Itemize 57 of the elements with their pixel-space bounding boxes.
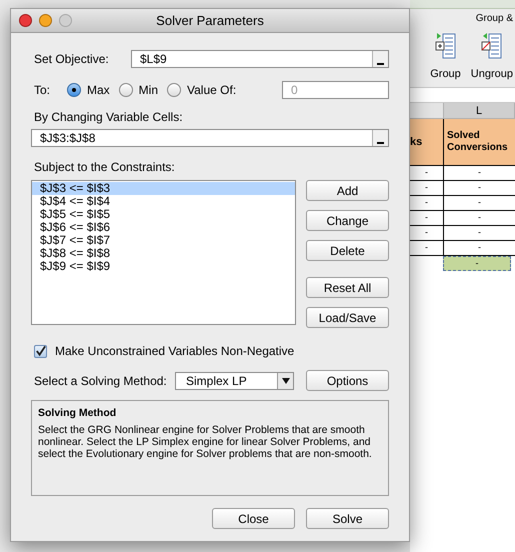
radio-option[interactable]: Min <box>118 81 158 99</box>
ribbon-group-label: Group & <box>476 12 514 26</box>
dropdown-caret-icon[interactable] <box>277 372 293 388</box>
objective-field[interactable]: $L$9 <box>131 50 389 68</box>
constraint-item[interactable]: $J$3 <= $I$3 <box>32 182 295 195</box>
variables-label: By Changing Variable Cells: <box>33 109 184 126</box>
table-cell: - <box>443 166 515 180</box>
table-cell: - <box>443 181 515 195</box>
ribbon-button[interactable]: Group <box>430 30 461 82</box>
dialog-button[interactable]: Add <box>306 180 389 201</box>
description-title: Solving Method <box>38 407 118 419</box>
description-text: Select the GRG Nonlinear engine for Solver Problems that are smooth nonlinear. Select the LP Simplex engine for linear Solver Problems, and select the Evolutionary engine for Solver problems that are non-smooth. <box>38 424 373 460</box>
close-icon[interactable] <box>19 14 32 27</box>
radio-option[interactable]: Max <box>67 81 110 99</box>
table-cell: - <box>443 196 515 210</box>
non-negative-checkbox[interactable]: Make Unconstrained Variables Non-Negative <box>31 342 389 360</box>
dialog-button[interactable]: Load/Save <box>306 307 389 328</box>
dialog-button[interactable]: Close <box>212 508 295 529</box>
constraint-item[interactable]: $J$6 <= $I$6 <box>32 221 295 234</box>
table-cell: - <box>443 211 515 225</box>
table-cell-text: - <box>424 196 429 209</box>
table-cell-text: - <box>424 211 429 224</box>
minimize-icon[interactable] <box>39 14 52 27</box>
constraint-item[interactable]: $J$8 <= $I$8 <box>32 247 295 260</box>
constraints-label: Subject to the Constraints: <box>33 159 176 176</box>
constraint-item[interactable]: $J$4 <= $I$4 <box>32 195 295 208</box>
selected-cell[interactable]: - <box>443 256 511 271</box>
dialog-button[interactable]: Reset All <box>306 277 389 298</box>
dialog-button[interactable]: Delete <box>306 240 389 261</box>
table-cell-text: - <box>424 226 429 239</box>
constraint-item[interactable]: $J$9 <= $I$9 <box>32 260 295 273</box>
variables-field[interactable]: $J$3:$J$8 <box>31 129 389 147</box>
window-title: Solver Parameters <box>155 12 265 30</box>
zoom-icon <box>59 14 72 27</box>
table-cell: - <box>443 241 515 255</box>
table-cell-text: - <box>424 166 429 179</box>
ribbon-button[interactable]: Ungroup <box>470 30 513 82</box>
range-picker-icon[interactable] <box>372 130 388 146</box>
method-dropdown[interactable]: Simplex LP <box>175 372 294 390</box>
radio-option[interactable]: Value Of: <box>167 81 236 99</box>
options-button[interactable]: Options <box>306 370 389 391</box>
column-header[interactable]: L <box>443 103 515 118</box>
table-header-cell-text: ks <box>410 134 424 150</box>
table-cell-text: - <box>424 241 429 254</box>
check-icon <box>35 345 46 357</box>
objective-label: Set Objective: <box>33 51 110 68</box>
table-cell-text: - <box>424 181 429 194</box>
table-header-cell: Solved Conversions <box>443 119 515 165</box>
dialog-button[interactable]: Change <box>306 210 389 231</box>
checkbox[interactable] <box>34 344 47 358</box>
range-picker-icon[interactable] <box>372 51 388 67</box>
constraint-item[interactable]: $J$5 <= $I$5 <box>32 208 295 221</box>
constraint-item[interactable]: $J$7 <= $I$7 <box>32 234 295 247</box>
table-cell: - <box>443 226 515 240</box>
dialog-button[interactable]: Solve <box>306 508 389 529</box>
to-label: To: <box>33 82 52 99</box>
method-label: Select a Solving Method: <box>33 372 168 390</box>
